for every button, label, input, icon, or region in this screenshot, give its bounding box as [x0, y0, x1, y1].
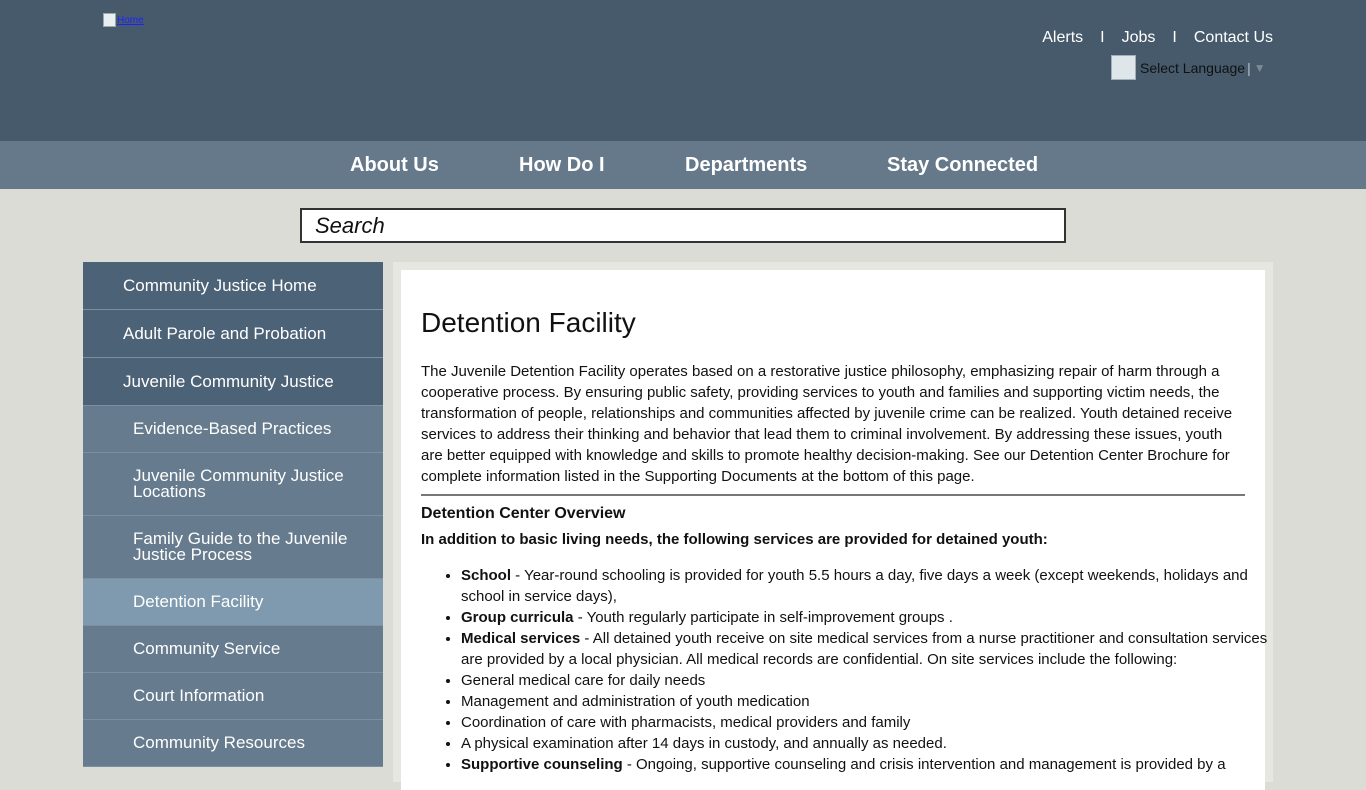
sidebar-item-juvenile-locations[interactable]: Juvenile Community Justice Locations	[83, 453, 383, 516]
link-separator: I	[1100, 29, 1105, 46]
section-title: Detention Center Overview	[421, 505, 626, 522]
list-item: A physical examination after 14 days in …	[461, 733, 1291, 754]
list-item-term: School	[461, 567, 512, 584]
sidebar-item-adult-parole-probation[interactable]: Adult Parole and Probation	[83, 310, 383, 358]
logo-alt-text: Home	[117, 14, 144, 26]
main-nav: About Us How Do I Departments Stay Conne…	[0, 141, 1366, 189]
list-item-text: - Year-round schooling is provided for y…	[461, 567, 1248, 605]
jobs-link[interactable]: Jobs	[1122, 29, 1156, 47]
list-item-text: - Ongoing, supportive counseling and cri…	[622, 756, 1226, 773]
list-item: Medical services - All detained youth re…	[461, 628, 1291, 670]
list-item-text: Management and administration of youth m…	[461, 693, 810, 710]
list-item-term: Supportive counseling	[461, 756, 623, 773]
list-item: Management and administration of youth m…	[461, 691, 1291, 712]
home-logo-link[interactable]: Home	[103, 13, 144, 27]
sidebar-item-community-justice-home[interactable]: Community Justice Home	[83, 262, 383, 310]
content-frame: Detention Facility The Juvenile Detentio…	[393, 262, 1273, 790]
language-label[interactable]: Select Language	[1140, 60, 1245, 76]
sidebar-item-juvenile-community-justice[interactable]: Juvenile Community Justice	[83, 358, 383, 406]
contact-us-link[interactable]: Contact Us	[1194, 29, 1273, 47]
sidebar-item-evidence-based-practices[interactable]: Evidence-Based Practices	[83, 406, 383, 453]
chevron-down-icon[interactable]: ▼	[1254, 61, 1266, 75]
list-item: Coordination of care with pharmacists, m…	[461, 712, 1291, 733]
search-box	[300, 208, 1066, 243]
translate-icon	[1111, 55, 1136, 80]
link-separator: I	[1172, 29, 1177, 46]
nav-stay-connected[interactable]: Stay Connected	[887, 154, 1038, 177]
list-item: School - Year-round schooling is provide…	[461, 565, 1291, 607]
sidebar-item-detention-facility[interactable]: Detention Facility	[83, 579, 383, 626]
section-divider	[421, 494, 1245, 496]
nav-how-do-i[interactable]: How Do I	[519, 154, 605, 177]
services-list: School - Year-round schooling is provide…	[421, 565, 1291, 775]
page-title: Detention Facility	[421, 307, 636, 338]
list-item-term: Group curricula	[461, 609, 574, 626]
utility-links: Alerts I Jobs I Contact Us	[1042, 29, 1273, 47]
sidebar-item-community-resources[interactable]: Community Resources	[83, 720, 383, 767]
list-item: Group curricula - Youth regularly partic…	[461, 607, 1291, 628]
main-content: Detention Facility The Juvenile Detentio…	[401, 270, 1267, 790]
nav-departments[interactable]: Departments	[685, 154, 807, 177]
list-item: Supportive counseling - Ongoing, support…	[461, 754, 1291, 775]
list-item-text: Coordination of care with pharmacists, m…	[461, 714, 911, 731]
language-selector[interactable]: Select Language | ▼	[1111, 55, 1266, 80]
search-input[interactable]	[313, 210, 1057, 241]
site-header: Home Alerts I Jobs I Contact Us Select L…	[0, 0, 1366, 141]
broken-image-icon	[103, 13, 116, 27]
list-item: General medical care for daily needs	[461, 670, 1291, 691]
language-divider: |	[1247, 59, 1251, 76]
services-lead: In addition to basic living needs, the f…	[421, 531, 1048, 548]
sidebar-nav: Community Justice Home Adult Parole and …	[83, 262, 383, 767]
intro-paragraph: The Juvenile Detention Facility operates…	[421, 363, 1233, 485]
alerts-link[interactable]: Alerts	[1042, 29, 1083, 47]
sidebar-item-court-information[interactable]: Court Information	[83, 673, 383, 720]
sidebar-item-community-service[interactable]: Community Service	[83, 626, 383, 673]
list-item-text: - All detained youth receive on site med…	[461, 630, 1268, 668]
list-item-text: - Youth regularly participate in self-im…	[573, 609, 953, 626]
sidebar-item-family-guide[interactable]: Family Guide to the Juvenile Justice Pro…	[83, 516, 383, 579]
list-item-term: Medical services	[461, 630, 581, 647]
list-item-text: A physical examination after 14 days in …	[461, 735, 947, 752]
list-item-text: General medical care for daily needs	[461, 672, 706, 689]
nav-about-us[interactable]: About Us	[350, 154, 439, 177]
